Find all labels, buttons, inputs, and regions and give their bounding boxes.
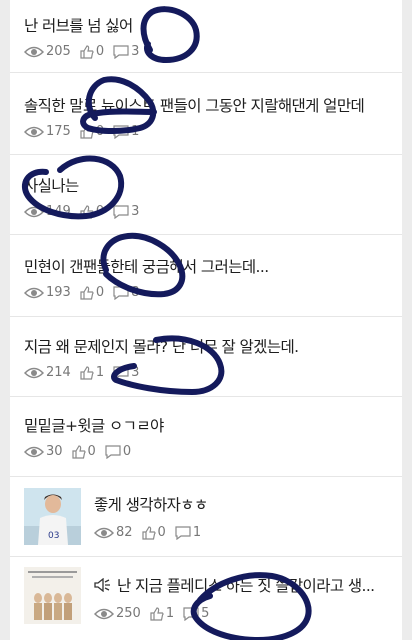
- eye-icon: [24, 287, 44, 298]
- svg-text:03: 03: [48, 531, 59, 541]
- comment-icon[interactable]: [113, 285, 129, 300]
- thumbs-up-icon[interactable]: [80, 44, 94, 59]
- view-count: 205: [46, 44, 71, 59]
- thumbs-up-icon[interactable]: [80, 285, 94, 300]
- post-item[interactable]: 난 지금 플레디스 하는 짓 쓸갑이라고 생... 250 1 5: [10, 557, 402, 640]
- like-count: 0: [95, 124, 105, 139]
- comment-icon[interactable]: [175, 525, 191, 540]
- comment-count: 5: [201, 606, 210, 621]
- like-count: 0: [95, 44, 105, 59]
- thumbs-up-icon[interactable]: [80, 204, 94, 219]
- post-title[interactable]: 난 지금 플레디스 하는 짓 쓸갑이라고 생...: [117, 574, 375, 596]
- post-title[interactable]: 지금 왜 문제인지 몰라? 난 너무 잘 알겠는데.: [24, 335, 299, 357]
- post-meta: 250 1 5: [94, 606, 218, 621]
- post-item[interactable]: 밑밑글+윗글 ㅇㄱㄹ야 30 0 0: [10, 397, 402, 477]
- post-title[interactable]: 난 러브를 넘 싫어: [24, 14, 133, 36]
- post-item[interactable]: 난 러브를 넘 싫어 205 0 3: [10, 0, 402, 73]
- comment-icon[interactable]: [105, 444, 121, 459]
- like-count: 0: [95, 285, 105, 300]
- thumbs-up-icon[interactable]: [150, 606, 164, 621]
- post-meta: 30 0 0: [24, 444, 140, 459]
- like-count: 1: [95, 365, 105, 380]
- post-meta: 205 0 3: [24, 44, 148, 59]
- eye-icon: [24, 446, 44, 457]
- view-count: 82: [116, 525, 133, 540]
- like-count: 1: [165, 606, 175, 621]
- post-meta: 193 0 8: [24, 285, 148, 300]
- post-item[interactable]: 03 좋게 생각하자ㅎㅎ 82 0 1: [10, 477, 402, 557]
- post-meta: 82 0 1: [94, 525, 210, 540]
- comment-icon[interactable]: [183, 606, 199, 621]
- comment-count: 3: [131, 365, 140, 380]
- post-title[interactable]: 솔직한 말로 뉴이스트 팬들이 그동안 지랄해댄게 얼만데: [24, 94, 365, 116]
- post-title[interactable]: 민현이 갠팬들한테 궁금해서 그러는데...: [24, 255, 269, 277]
- comment-count: 3: [131, 44, 140, 59]
- comment-icon[interactable]: [113, 365, 129, 380]
- thumbs-up-icon[interactable]: [71, 444, 86, 459]
- view-count: 250: [116, 606, 141, 621]
- eye-icon: [24, 46, 44, 57]
- comment-count: 3: [131, 204, 140, 219]
- post-thumbnail[interactable]: 03: [24, 488, 81, 545]
- post-meta: 214 1 3: [24, 365, 148, 380]
- speaker-icon: [94, 578, 110, 592]
- eye-icon: [24, 126, 44, 137]
- post-item[interactable]: 지금 왜 문제인지 몰라? 난 너무 잘 알겠는데. 214 1 3: [10, 317, 402, 397]
- eye-icon: [94, 527, 114, 538]
- comment-count: 0: [122, 444, 132, 459]
- like-count: 0: [87, 444, 96, 459]
- post-feed: 난 러브를 넘 싫어 205 0 3 솔직한 말로 뉴이스트 팬들이 그동안 지…: [10, 0, 402, 640]
- eye-icon: [24, 367, 44, 378]
- post-title[interactable]: 사실나는: [24, 174, 79, 196]
- comment-icon[interactable]: [113, 204, 129, 219]
- post-title-row[interactable]: 난 지금 플레디스 하는 짓 쓸갑이라고 생...: [94, 574, 375, 596]
- like-count: 0: [157, 525, 166, 540]
- view-count: 214: [46, 365, 71, 380]
- eye-icon: [24, 206, 44, 217]
- view-count: 193: [46, 285, 71, 300]
- post-meta: 175 0 1: [24, 124, 148, 139]
- comment-icon[interactable]: [113, 124, 129, 139]
- thumbs-up-icon[interactable]: [80, 365, 94, 380]
- post-title[interactable]: 밑밑글+윗글 ㅇㄱㄹ야: [24, 414, 164, 436]
- eye-icon: [94, 608, 114, 619]
- post-item[interactable]: 민현이 갠팬들한테 궁금해서 그러는데... 193 0 8: [10, 235, 402, 317]
- comment-count: 1: [192, 525, 202, 540]
- thumbs-up-icon[interactable]: [80, 124, 94, 139]
- view-count: 175: [46, 124, 71, 139]
- post-thumbnail[interactable]: [24, 567, 81, 624]
- like-count: 0: [95, 204, 105, 219]
- comment-count: 1: [131, 124, 140, 139]
- thumbs-up-icon[interactable]: [141, 525, 156, 540]
- view-count: 30: [46, 444, 63, 459]
- comment-count: 8: [131, 285, 140, 300]
- post-title[interactable]: 좋게 생각하자ㅎㅎ: [94, 493, 208, 515]
- comment-icon[interactable]: [113, 44, 129, 59]
- post-meta: 149 0 3: [24, 204, 148, 219]
- view-count: 149: [46, 204, 71, 219]
- post-item[interactable]: 솔직한 말로 뉴이스트 팬들이 그동안 지랄해댄게 얼만데 175 0 1: [10, 73, 402, 155]
- post-item[interactable]: 사실나는 149 0 3: [10, 155, 402, 235]
